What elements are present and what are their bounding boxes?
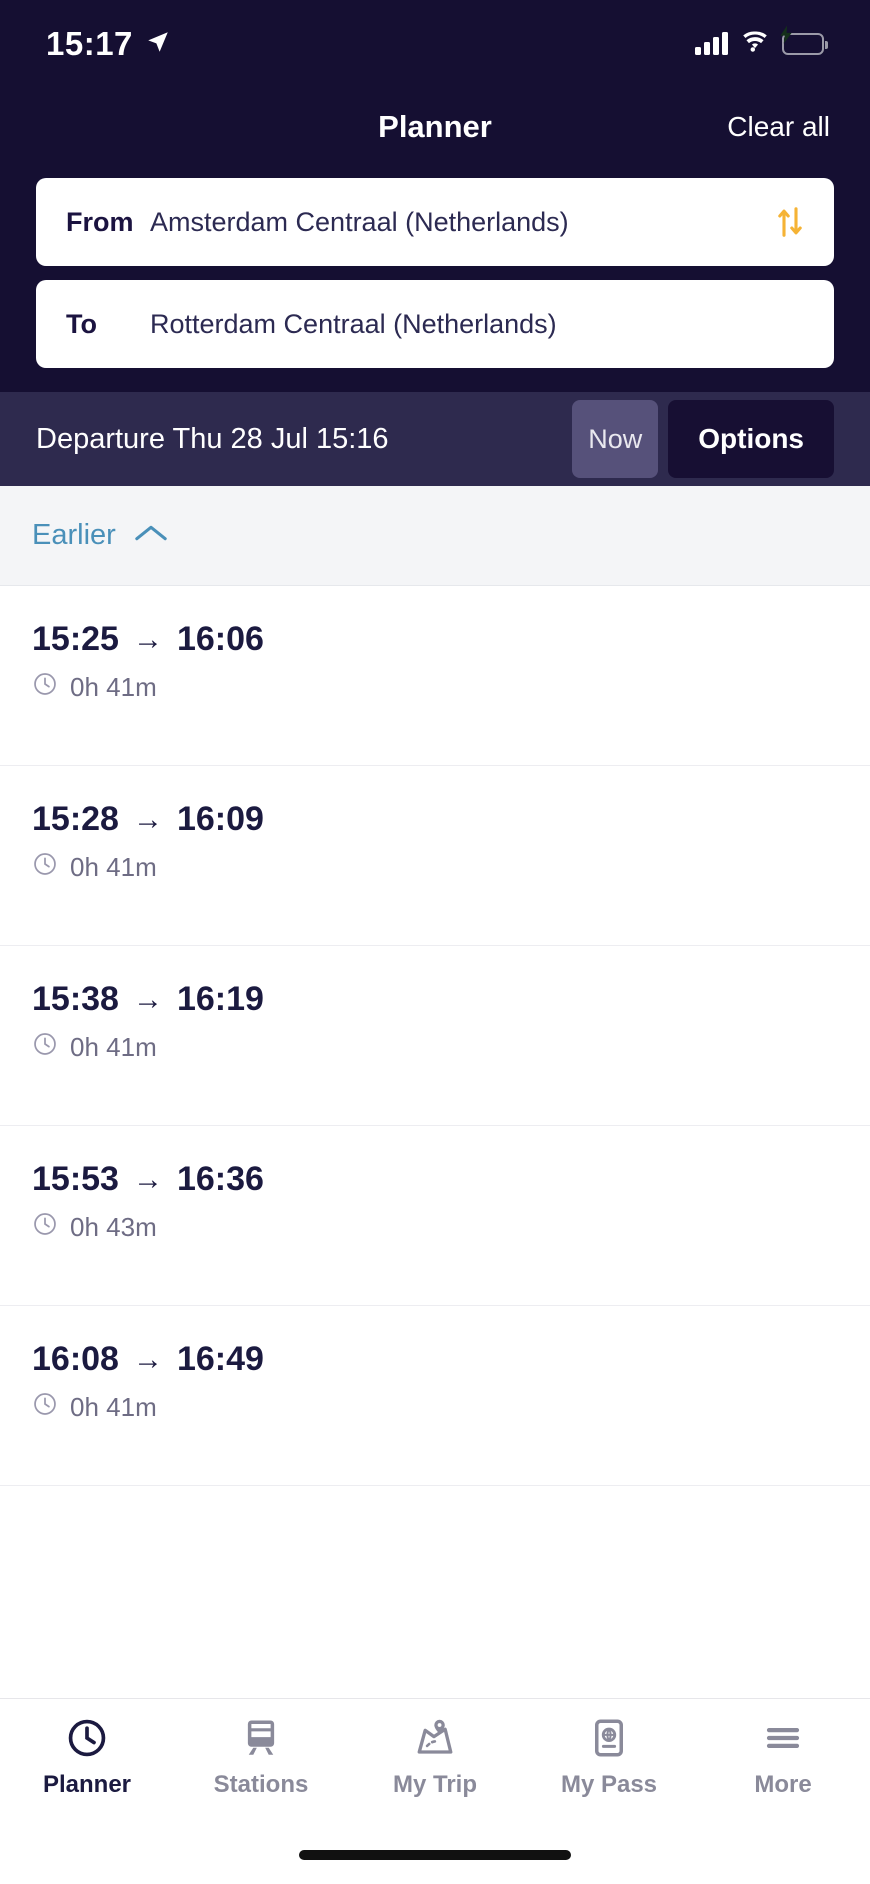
now-button[interactable]: Now <box>572 400 659 478</box>
app-header: 15:17 Planner Clear all From Amsterdam C… <box>0 0 870 392</box>
journey-times: 16:08 → 16:49 <box>32 1340 838 1379</box>
table-row[interactable]: 15:28 → 16:09 0h 41m <box>0 766 870 946</box>
duration-label: 0h 41m <box>70 1392 157 1422</box>
tab-label: My Pass <box>560 1771 658 1798</box>
from-value: Amsterdam Centraal (Netherlands) <box>150 206 569 237</box>
table-row[interactable]: 16:08 → 16:49 0h 41m <box>0 1306 870 1486</box>
swap-vertical-arrows-icon[interactable] <box>770 200 810 244</box>
clock-icon <box>32 671 58 704</box>
wifi-icon <box>741 30 769 58</box>
arrive-time: 16:09 <box>176 800 264 838</box>
duration-label: 0h 41m <box>70 852 157 882</box>
bottom-tab-bar: Planner Stations My Trip My Pass More <box>0 1698 870 1826</box>
table-row[interactable]: 15:53 → 16:36 0h 43m <box>0 1126 870 1306</box>
train-icon <box>240 1715 282 1761</box>
earlier-label: Earlier <box>32 519 116 551</box>
tab-more[interactable]: More <box>696 1715 870 1799</box>
depart-time: 15:38 <box>32 980 119 1018</box>
tab-stations[interactable]: Stations <box>174 1715 348 1799</box>
arrow-right-icon: → <box>132 982 163 1016</box>
duration-label: 0h 41m <box>70 672 157 702</box>
status-bar-right <box>695 25 828 58</box>
chevron-up-icon <box>134 522 168 549</box>
journey-fields: From Amsterdam Centraal (Netherlands) To… <box>36 166 834 392</box>
battery-charging-icon <box>780 25 828 55</box>
arrive-time: 16:19 <box>176 980 264 1018</box>
home-indicator-area <box>0 1826 870 1884</box>
clock-icon <box>32 1211 58 1244</box>
to-value: Rotterdam Centraal (Netherlands) <box>150 308 557 339</box>
depart-time: 15:53 <box>32 1160 119 1198</box>
tab-label: More <box>754 1771 812 1798</box>
tab-label: Planner <box>42 1771 132 1798</box>
journey-duration: 0h 41m <box>32 851 838 884</box>
location-arrow-icon <box>145 29 171 60</box>
map-pin-icon <box>414 1715 456 1761</box>
table-row[interactable]: 15:38 → 16:19 0h 41m <box>0 946 870 1126</box>
status-bar-clock: 15:17 <box>46 25 133 62</box>
duration-label: 0h 43m <box>70 1212 157 1242</box>
table-row[interactable]: 15:25 → 16:06 0h 41m <box>0 586 870 766</box>
tab-my-pass[interactable]: My Pass <box>522 1715 696 1799</box>
arrow-right-icon: → <box>132 1162 163 1196</box>
depart-time: 15:25 <box>32 620 119 658</box>
journey-times: 15:53 → 16:36 <box>32 1160 838 1199</box>
journey-times: 15:38 → 16:19 <box>32 980 838 1019</box>
clock-icon <box>66 1715 108 1761</box>
journey-times: 15:28 → 16:09 <box>32 800 838 839</box>
home-indicator[interactable] <box>299 1850 571 1860</box>
journey-duration: 0h 41m <box>32 671 838 704</box>
earlier-button[interactable]: Earlier <box>0 486 870 586</box>
clock-icon <box>32 1031 58 1064</box>
depart-time: 16:08 <box>32 1340 119 1378</box>
clear-all-button[interactable]: Clear all <box>727 111 830 143</box>
hamburger-menu-icon <box>762 1715 804 1761</box>
cellular-signal-icon <box>695 32 728 55</box>
arrow-right-icon: → <box>132 622 163 656</box>
to-field[interactable]: To Rotterdam Centraal (Netherlands) <box>36 280 834 368</box>
clock-icon <box>32 1391 58 1424</box>
arrive-time: 16:49 <box>176 1340 264 1378</box>
passport-icon <box>588 1715 630 1761</box>
arrive-time: 16:06 <box>176 620 264 658</box>
arrive-time: 16:36 <box>176 1160 264 1198</box>
from-label: From <box>66 206 134 237</box>
status-bar: 15:17 <box>36 0 834 88</box>
clock-icon <box>32 851 58 884</box>
options-button[interactable]: Options <box>668 400 834 478</box>
app-screen: 15:17 Planner Clear all From Amsterdam C… <box>0 0 870 1884</box>
journey-duration: 0h 41m <box>32 1391 838 1424</box>
journey-duration: 0h 41m <box>32 1031 838 1064</box>
journey-times: 15:25 → 16:06 <box>32 620 838 659</box>
page-title: Planner <box>378 109 492 144</box>
journey-results-list: 15:25 → 16:06 0h 41m 15:28 → 16:09 0h 41… <box>0 586 870 1698</box>
to-label: To <box>66 308 97 339</box>
tab-my-trip[interactable]: My Trip <box>348 1715 522 1799</box>
tab-planner[interactable]: Planner <box>0 1715 174 1799</box>
departure-toolbar: Departure Thu 28 Jul 15:16 Now Options <box>0 392 870 486</box>
tab-label: My Trip <box>392 1771 477 1798</box>
duration-label: 0h 41m <box>70 1032 157 1062</box>
arrow-right-icon: → <box>132 802 163 836</box>
tab-label: Stations <box>213 1771 309 1798</box>
from-field[interactable]: From Amsterdam Centraal (Netherlands) <box>36 178 834 266</box>
departure-datetime[interactable]: Departure Thu 28 Jul 15:16 <box>36 423 572 456</box>
depart-time: 15:28 <box>32 800 119 838</box>
status-bar-left: 15:17 <box>46 25 171 63</box>
arrow-right-icon: → <box>132 1342 163 1376</box>
header-title-row: Planner Clear all <box>36 88 834 166</box>
journey-duration: 0h 43m <box>32 1211 838 1244</box>
